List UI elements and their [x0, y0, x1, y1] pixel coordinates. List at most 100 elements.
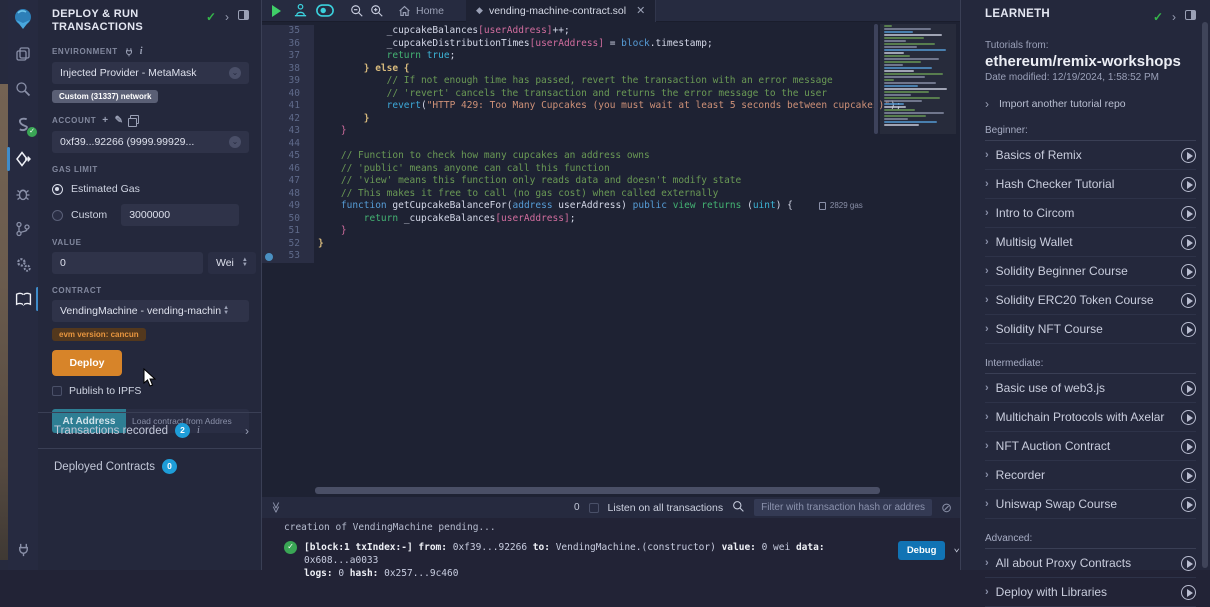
value-input[interactable]	[52, 252, 203, 274]
play-tutorial-icon[interactable]	[1181, 235, 1196, 250]
code-line[interactable]: 40 // 'revert' cancels the transaction a…	[262, 88, 960, 101]
expand-terminal-icon[interactable]: ≫	[269, 502, 282, 514]
panel-chevron-icon[interactable]: ›	[1172, 10, 1176, 24]
code-line[interactable]: 48 // This makes it free to call (no gas…	[262, 188, 960, 201]
editor-minimap[interactable]	[880, 24, 956, 134]
play-tutorial-icon[interactable]	[1181, 468, 1196, 483]
tutorial-item[interactable]: ›NFT Auction Contract	[985, 432, 1196, 461]
file-tab[interactable]: ◆ vending-machine-contract.sol ✕	[466, 0, 656, 22]
import-repo-row[interactable]: › Import another tutorial repo	[985, 97, 1196, 111]
play-tutorial-icon[interactable]	[1181, 148, 1196, 163]
value-unit-select[interactable]: Wei ▲▼	[208, 252, 256, 274]
play-tutorial-icon[interactable]	[1181, 556, 1196, 571]
editor-scrollbar[interactable]	[874, 24, 878, 134]
learneth-icon[interactable]	[8, 284, 38, 314]
plugin-manager-icon[interactable]	[8, 249, 38, 279]
filter-input[interactable]	[754, 499, 932, 516]
publish-ipfs-checkbox[interactable]	[52, 386, 62, 396]
tutorial-item[interactable]: ›Hash Checker Tutorial	[985, 170, 1196, 199]
zoom-out-icon[interactable]	[350, 4, 364, 18]
play-tutorial-icon[interactable]	[1181, 322, 1196, 337]
panel-chevron-icon[interactable]: ›	[225, 10, 229, 24]
play-tutorial-icon[interactable]	[1181, 497, 1196, 512]
add-account-icon[interactable]: +	[102, 115, 108, 126]
tutorial-item[interactable]: ›Uniswap Swap Course	[985, 490, 1196, 519]
info-icon[interactable]: i	[140, 46, 143, 57]
listen-all-checkbox[interactable]	[589, 503, 599, 513]
panel-pin-icon[interactable]	[238, 10, 249, 20]
toggle-icon[interactable]	[316, 4, 334, 17]
code-line[interactable]: 53	[262, 250, 960, 263]
deploy-and-run-icon[interactable]	[8, 144, 38, 174]
custom-gas-input[interactable]	[121, 204, 239, 226]
code-line[interactable]: 35 _cupcakeBalances[userAddress]++;	[262, 25, 960, 38]
code-line[interactable]: 44	[262, 138, 960, 151]
plug-icon[interactable]	[8, 534, 38, 564]
contract-select[interactable]: VendingMachine - vending-machin ▲▼	[52, 300, 249, 322]
tutorial-item[interactable]: ›Solidity ERC20 Token Course	[985, 286, 1196, 315]
code-line[interactable]: 41 revert("HTTP 429: Too Many Cupcakes (…	[262, 100, 960, 113]
code-editor[interactable]: 35 _cupcakeBalances[userAddress]++;36 _c…	[262, 25, 960, 263]
play-tutorial-icon[interactable]	[1181, 177, 1196, 192]
file-explorer-icon[interactable]	[8, 39, 38, 69]
panel-pin-icon[interactable]	[1185, 10, 1196, 20]
code-line[interactable]: 51 }	[262, 225, 960, 238]
account-select[interactable]: 0xf39...92266 (9999.99929... ⌄	[52, 131, 249, 153]
code-line[interactable]: 50 return _cupcakeBalances[userAddress];	[262, 213, 960, 226]
play-tutorial-icon[interactable]	[1181, 264, 1196, 279]
search-icon[interactable]	[8, 74, 38, 104]
deployed-contracts-row[interactable]: Deployed Contracts 0	[38, 448, 261, 484]
tutorial-item[interactable]: ›All about Proxy Contracts	[985, 549, 1196, 578]
editor-gutter-dot[interactable]	[265, 253, 273, 261]
code-line[interactable]: 36 _cupcakeDistributionTimes[userAddress…	[262, 38, 960, 51]
tutorial-item[interactable]: ›Intro to Circom	[985, 199, 1196, 228]
environment-select[interactable]: Injected Provider - MetaMask ⌄	[52, 62, 249, 84]
code-line[interactable]: 52}	[262, 238, 960, 251]
home-tab[interactable]: Home	[398, 5, 444, 17]
play-tutorial-icon[interactable]	[1181, 293, 1196, 308]
debugger-icon[interactable]	[8, 179, 38, 209]
clear-console-icon[interactable]: ⊘	[941, 500, 952, 516]
code-line[interactable]: 46 // 'public' means anyone can call thi…	[262, 163, 960, 176]
custom-gas-radio[interactable]	[52, 210, 63, 221]
tutorial-item[interactable]: ›Solidity Beginner Course	[985, 257, 1196, 286]
zoom-in-icon[interactable]	[370, 4, 384, 18]
solidity-compiler-icon[interactable]: ✓	[8, 109, 38, 139]
panel-scrollbar[interactable]	[1202, 22, 1208, 568]
estimated-gas-radio[interactable]	[52, 184, 63, 195]
code-line[interactable]: 45 // Function to check how many cupcake…	[262, 150, 960, 163]
edit-account-icon[interactable]: ✎	[115, 115, 124, 126]
tutorial-item[interactable]: ›Multisig Wallet	[985, 228, 1196, 257]
transaction-log-entry[interactable]: ✓ [block:1 txIndex:-] from: 0xf39...9226…	[284, 541, 960, 580]
code-line[interactable]: 43 }	[262, 125, 960, 138]
remix-logo-icon[interactable]	[8, 4, 38, 34]
code-line[interactable]: 39 // If not enough time has passed, rev…	[262, 75, 960, 88]
play-tutorial-icon[interactable]	[1181, 410, 1196, 425]
tutorial-item[interactable]: ›Recorder	[985, 461, 1196, 490]
remixd-icon[interactable]	[293, 3, 308, 18]
copy-account-icon[interactable]	[130, 115, 139, 124]
code-line[interactable]: 47 // 'view' means this function only re…	[262, 175, 960, 188]
play-tutorial-icon[interactable]	[1181, 439, 1196, 454]
tutorial-item[interactable]: ›Basic use of web3.js	[985, 374, 1196, 403]
tutorial-item[interactable]: ›Solidity NFT Course	[985, 315, 1196, 344]
expand-log-chevron-icon[interactable]: ⌄	[953, 541, 960, 554]
close-tab-icon[interactable]: ✕	[636, 4, 645, 17]
code-line[interactable]: 49 function getCupcakeBalanceFor(address…	[262, 200, 960, 213]
tutorial-item[interactable]: ›Basics of Remix	[985, 141, 1196, 170]
debug-button[interactable]: Debug	[898, 541, 946, 560]
code-line[interactable]: 42 }	[262, 113, 960, 126]
play-tutorial-icon[interactable]	[1181, 381, 1196, 396]
editor-horizontal-scrollbar[interactable]	[315, 487, 880, 494]
play-tutorial-icon[interactable]	[1181, 206, 1196, 221]
tutorial-item[interactable]: ›Deploy with Libraries	[985, 578, 1196, 607]
expand-chevron-icon[interactable]: ›	[245, 424, 249, 438]
unit-spinner-icon[interactable]: ▲▼	[242, 258, 248, 268]
info-icon[interactable]: i	[197, 425, 200, 436]
deploy-button[interactable]: Deploy	[52, 350, 122, 376]
code-line[interactable]: 37 return true;	[262, 50, 960, 63]
transactions-recorded-row[interactable]: Transactions recorded 2 i ›	[38, 412, 261, 448]
git-icon[interactable]	[8, 214, 38, 244]
code-line[interactable]: 38 } else {	[262, 63, 960, 76]
play-tutorial-icon[interactable]	[1181, 585, 1196, 600]
